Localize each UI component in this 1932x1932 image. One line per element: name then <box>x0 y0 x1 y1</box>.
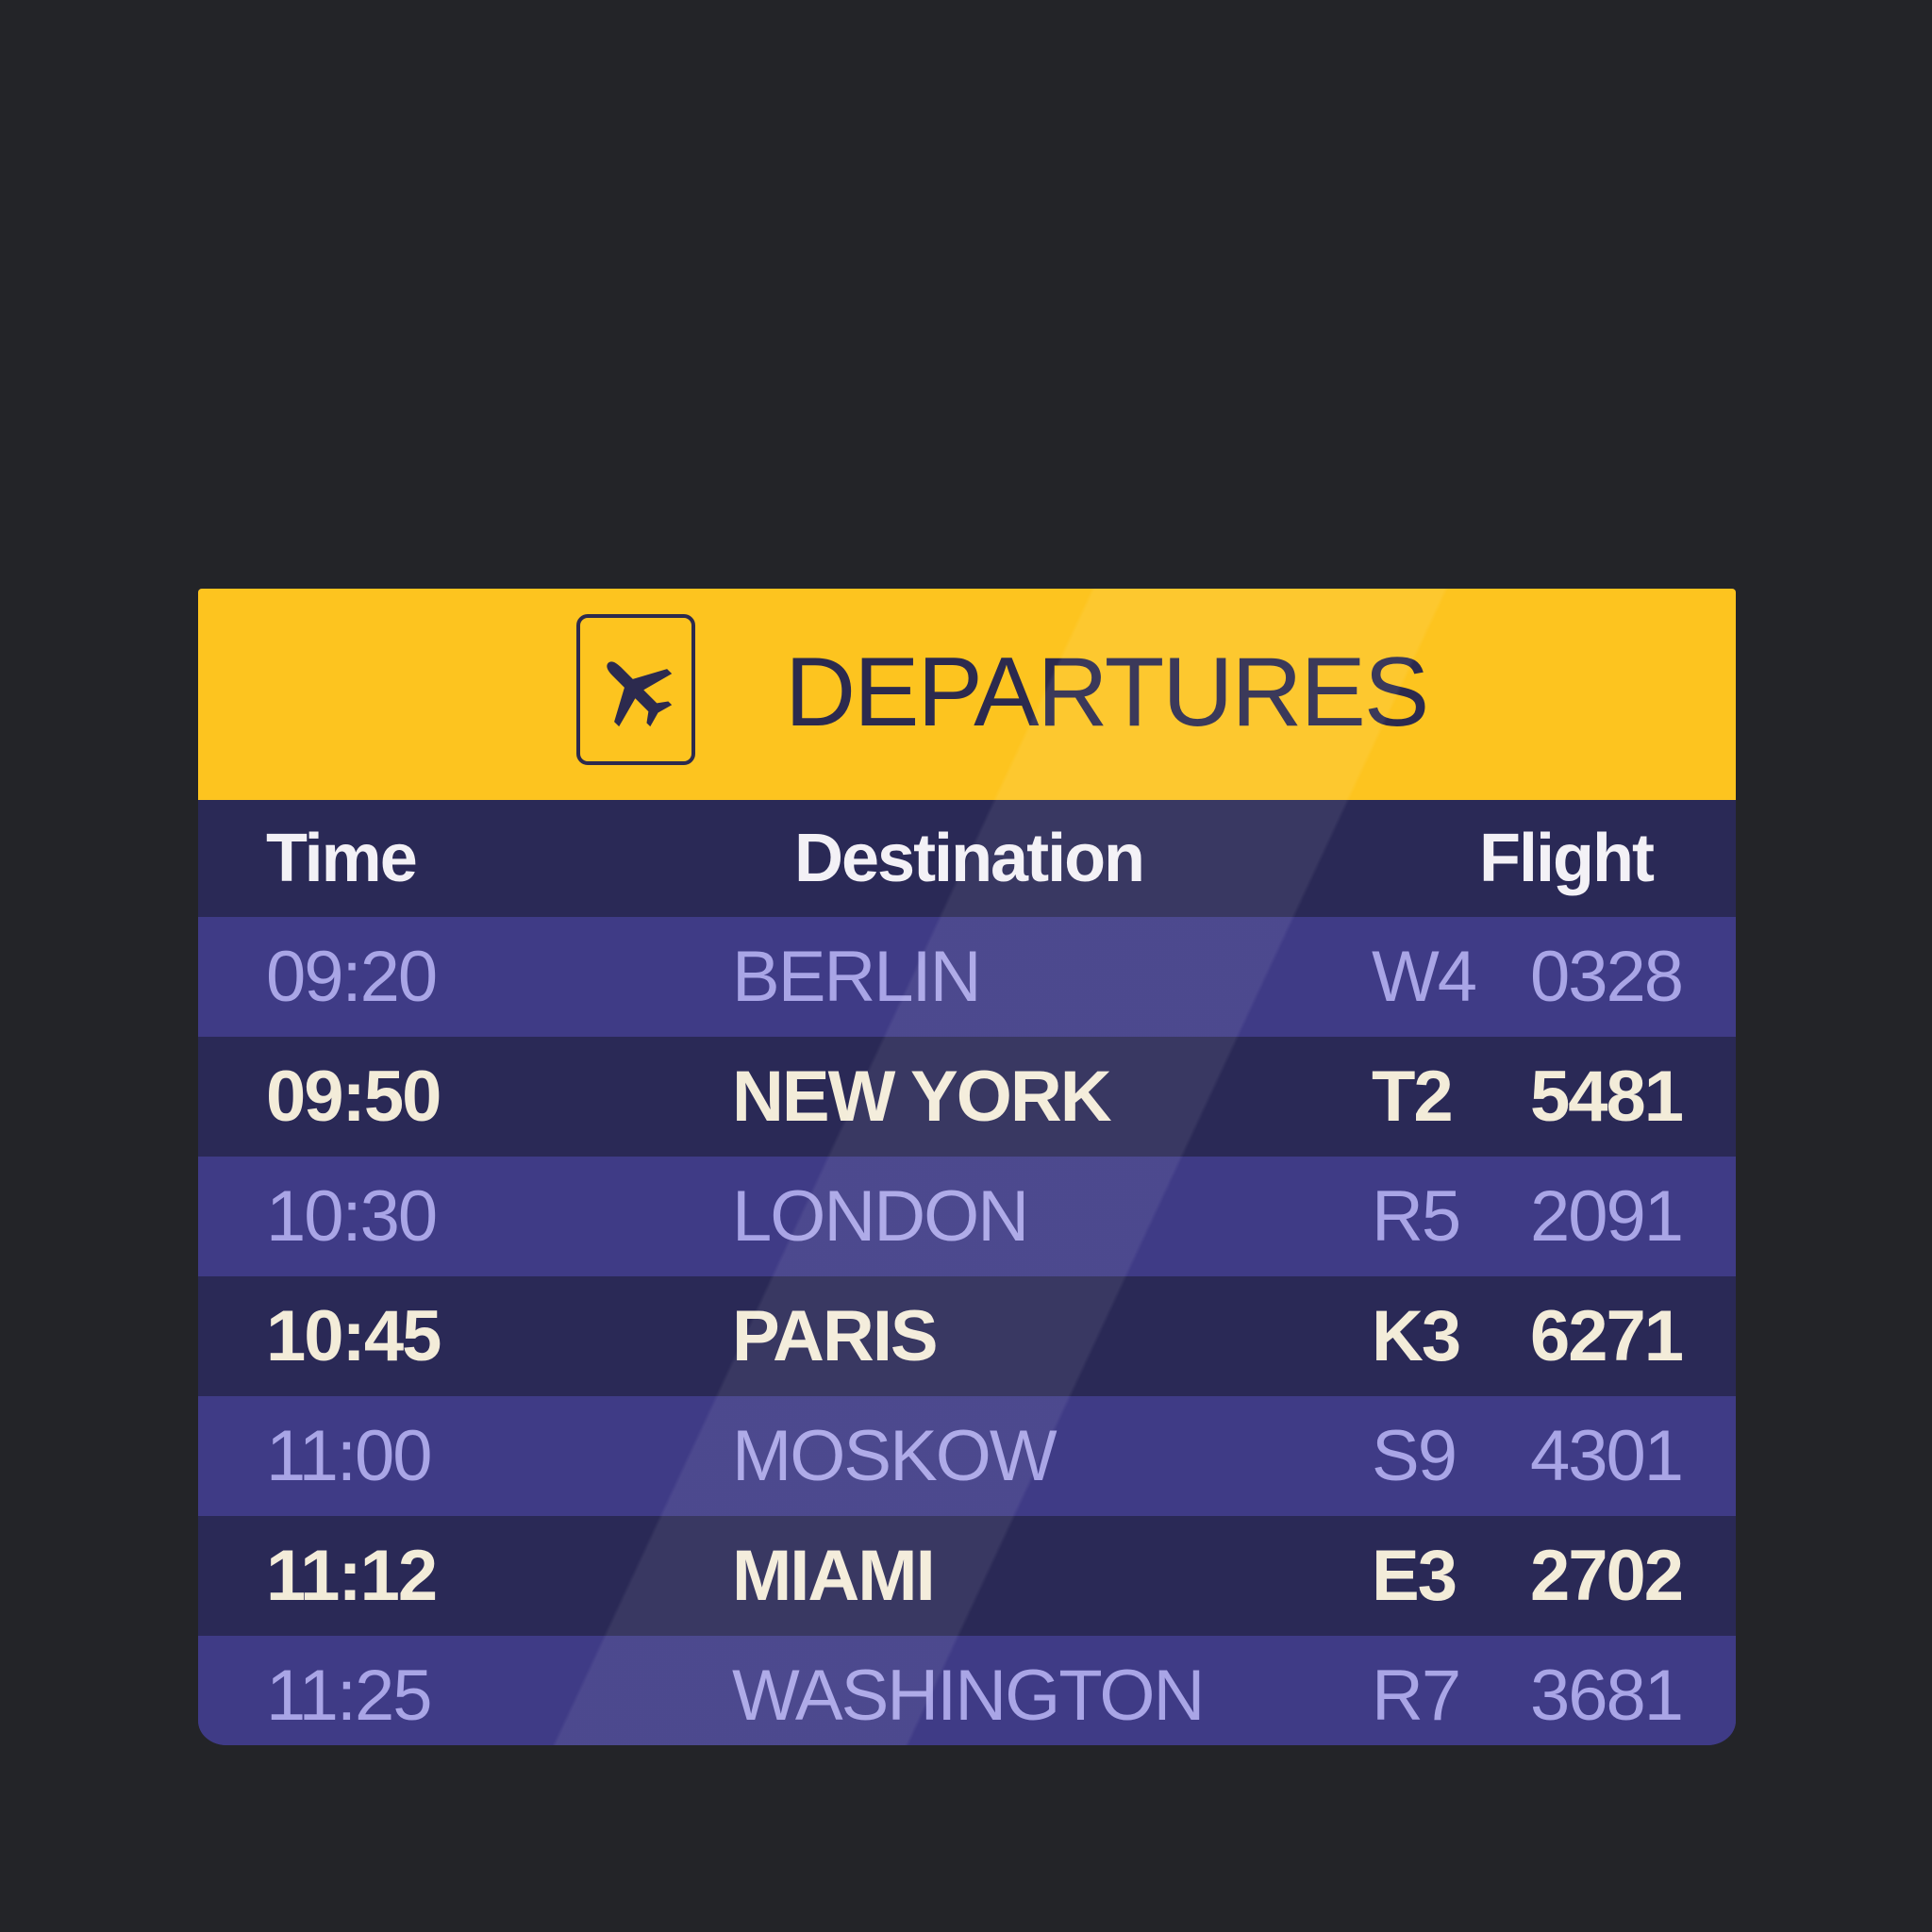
flight-code: T2 <box>1372 1057 1454 1137</box>
departure-row: 09:50 NEW YORK T2 5481 <box>198 1037 1736 1157</box>
flight-number: 5481 <box>1530 1057 1684 1137</box>
departures-board: DEPARTURES Time Destination Flight 09:20… <box>198 589 1736 1745</box>
departure-destination: WASHINGTON <box>732 1656 1205 1736</box>
departure-time: 11:25 <box>266 1656 433 1736</box>
departure-time: 09:20 <box>266 937 438 1017</box>
flight-number: 2091 <box>1530 1176 1684 1257</box>
flight-number: 3681 <box>1530 1656 1684 1736</box>
board-title: DEPARTURES <box>785 638 1429 747</box>
column-header-destination: Destination <box>794 821 1145 896</box>
departure-row: 10:30 LONDON R5 2091 <box>198 1157 1736 1276</box>
departure-row: 11:12 MIAMI E3 2702 <box>198 1516 1736 1636</box>
departure-time: 10:30 <box>266 1176 438 1257</box>
departure-time: 11:00 <box>266 1416 433 1496</box>
flight-number: 2702 <box>1530 1536 1684 1616</box>
departure-destination: MIAMI <box>732 1536 936 1616</box>
departure-row: 11:25 WASHINGTON R7 3681 <box>198 1636 1736 1745</box>
departure-row: 09:20 BERLIN W4 0328 <box>198 917 1736 1037</box>
column-header-row: Time Destination Flight <box>198 800 1736 917</box>
flight-number: 0328 <box>1530 937 1684 1017</box>
departure-destination: PARIS <box>732 1296 939 1376</box>
flight-code: E3 <box>1372 1536 1457 1616</box>
departure-destination: LONDON <box>732 1176 1029 1257</box>
departure-destination: NEW YORK <box>732 1057 1112 1137</box>
column-header-flight: Flight <box>1479 821 1655 896</box>
departures-banner: DEPARTURES <box>198 589 1736 800</box>
departure-time: 09:50 <box>266 1057 441 1137</box>
departure-destination: BERLIN <box>732 937 982 1017</box>
flight-code: W4 <box>1372 937 1477 1017</box>
departure-time: 10:45 <box>266 1296 441 1376</box>
flight-code: R5 <box>1372 1176 1461 1257</box>
flight-code: S9 <box>1372 1416 1457 1496</box>
departure-row: 11:00 MOSKOW S9 4301 <box>198 1396 1736 1516</box>
departure-destination: MOSKOW <box>732 1416 1058 1496</box>
departure-time: 11:12 <box>266 1536 438 1616</box>
flight-number: 4301 <box>1530 1416 1684 1496</box>
column-header-time: Time <box>266 821 418 896</box>
airplane-glyph <box>607 661 673 727</box>
flight-code: K3 <box>1372 1296 1461 1376</box>
flight-code: R7 <box>1372 1656 1461 1736</box>
flight-number: 6271 <box>1530 1296 1684 1376</box>
departure-row: 10:45 PARIS K3 6271 <box>198 1276 1736 1396</box>
airplane-icon <box>576 614 695 765</box>
